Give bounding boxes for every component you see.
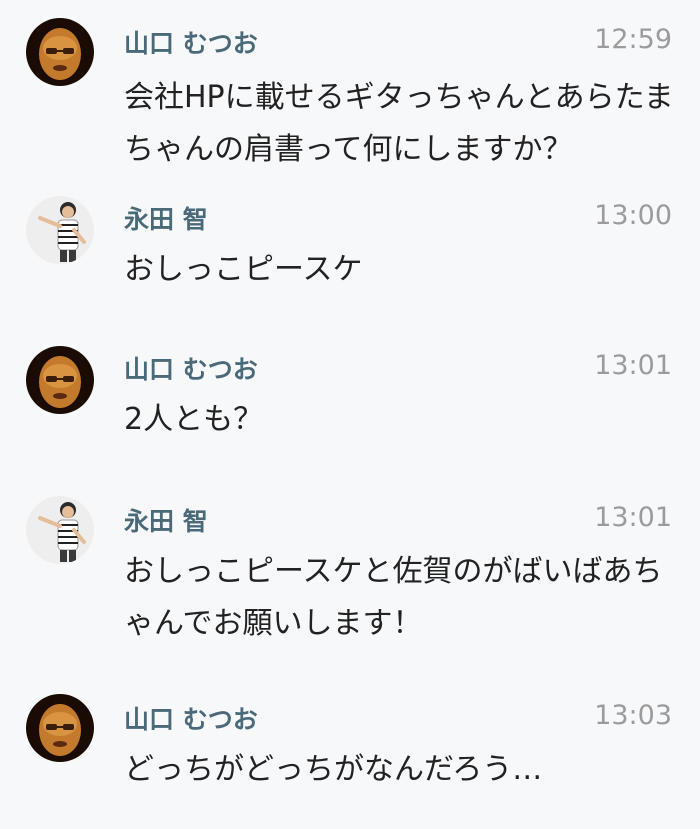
timestamp: 13:01 <box>594 350 672 381</box>
sender-name[interactable]: 山口 むつお <box>124 24 258 60</box>
message-text: 2人とも？ <box>124 402 264 437</box>
timestamp: 12:59 <box>594 24 672 55</box>
timestamp: 13:01 <box>594 502 672 533</box>
timestamp: 13:00 <box>594 200 672 231</box>
nagata-avatar[interactable] <box>26 496 94 564</box>
message-text: 会社HPに載せるギタっちゃんとあらたまちゃんの肩書って何にしますか？ <box>124 80 674 167</box>
timestamp: 13:03 <box>594 700 672 731</box>
sender-name[interactable]: 永田 智 <box>124 502 208 538</box>
sender-name[interactable]: 山口 むつお <box>124 700 258 736</box>
yamaguchi-avatar[interactable] <box>26 346 94 414</box>
message-text: どっちがどっちがなんだろう… <box>124 752 543 787</box>
yamaguchi-avatar[interactable] <box>26 18 94 86</box>
sender-name[interactable]: 山口 むつお <box>124 350 258 386</box>
yamaguchi-avatar[interactable] <box>26 694 94 762</box>
nagata-avatar[interactable] <box>26 196 94 264</box>
message-text: おしっこピースケ <box>124 252 363 287</box>
message-text: おしっこピースケと佐賀のがばいばあちゃんでお願いします！ <box>124 554 663 641</box>
sender-name[interactable]: 永田 智 <box>124 200 208 236</box>
message-feed: 山口 むつお 12:59 会社HPに載せるギタっちゃんとあらたまちゃんの肩書って… <box>0 0 700 829</box>
